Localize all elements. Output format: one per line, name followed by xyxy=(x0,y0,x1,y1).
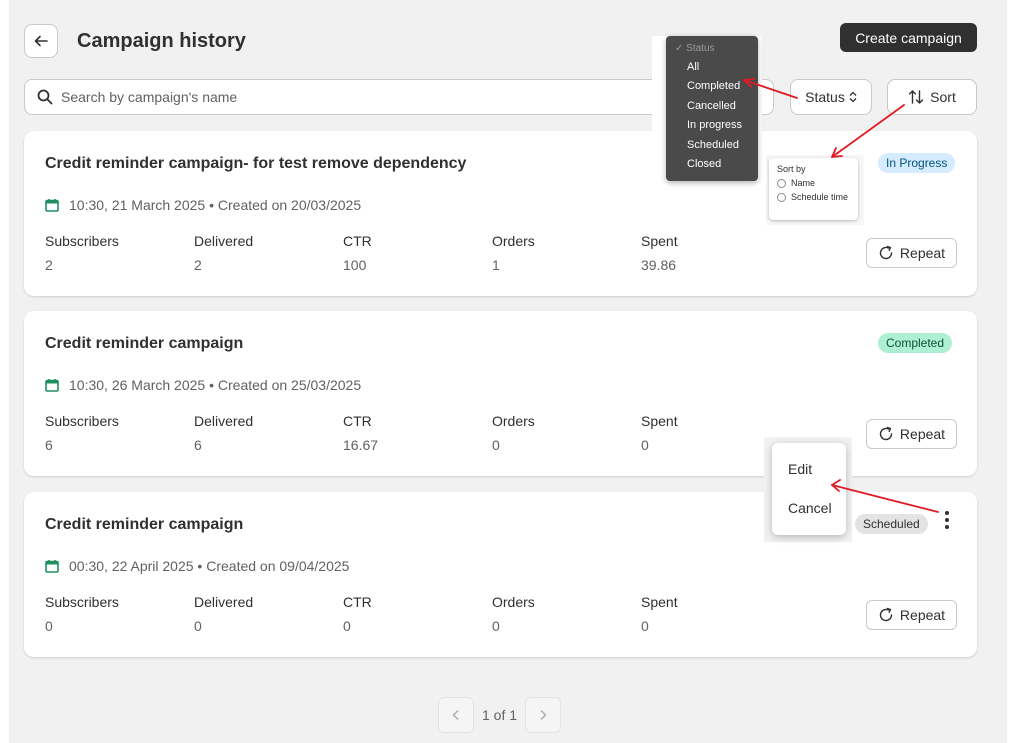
stat-delivered: Delivered 0 xyxy=(194,594,254,634)
calendar-icon xyxy=(45,379,59,392)
sort-popover-card: Sort by Name Schedule time xyxy=(769,158,858,220)
calendar-icon xyxy=(45,560,59,573)
status-filter-button[interactable]: Status xyxy=(790,79,872,115)
stat-subscribers: Subscribers 0 xyxy=(45,594,119,634)
campaign-date: 10:30, 26 March 2025 • Created on 25/03/… xyxy=(45,377,361,393)
arrow-left-icon xyxy=(34,35,48,47)
status-badge: In Progress xyxy=(878,153,956,173)
sort-option-name[interactable]: Name xyxy=(777,178,850,188)
radio-icon xyxy=(777,192,786,202)
stat-spent: Spent 0 xyxy=(641,413,678,453)
context-menu-edit[interactable]: Edit xyxy=(788,461,812,477)
radio-icon xyxy=(777,178,786,188)
sort-popover: Sort by Name Schedule time xyxy=(766,155,864,225)
sort-option-schedule-time[interactable]: Schedule time xyxy=(777,192,850,202)
repeat-button[interactable]: Repeat xyxy=(866,600,957,630)
stat-delivered: Delivered 2 xyxy=(194,233,254,273)
status-option-all[interactable]: All xyxy=(666,57,758,77)
stat-spent: Spent 0 xyxy=(641,594,678,634)
context-menu: Edit Cancel xyxy=(772,443,846,535)
campaign-title: Credit reminder campaign xyxy=(45,516,244,533)
chevron-right-icon xyxy=(540,709,547,721)
refresh-icon xyxy=(879,245,893,260)
status-filter-label: Status xyxy=(805,89,845,105)
status-option-scheduled[interactable]: Scheduled xyxy=(666,135,758,155)
page-indicator: 1 of 1 xyxy=(482,707,518,723)
stat-spent: Spent 39.86 xyxy=(641,233,678,273)
sort-arrows-icon xyxy=(908,90,924,104)
status-option-in-progress[interactable]: In progress xyxy=(666,116,758,136)
sort-popover-title: Sort by xyxy=(777,164,806,174)
stat-ctr: CTR 16.67 xyxy=(343,413,379,453)
repeat-button[interactable]: Repeat xyxy=(866,238,957,268)
status-badge: Scheduled xyxy=(855,514,928,534)
page-title: Campaign history xyxy=(77,30,246,52)
stat-ctr: CTR 0 xyxy=(343,594,372,634)
sort-button[interactable]: Sort xyxy=(887,79,977,115)
repeat-button[interactable]: Repeat xyxy=(866,419,957,449)
stat-subscribers: Subscribers 6 xyxy=(45,413,119,453)
stat-subscribers: Subscribers 2 xyxy=(45,233,119,273)
search-input[interactable] xyxy=(61,89,561,105)
status-option-cancelled[interactable]: Cancelled xyxy=(666,96,758,116)
status-dropdown-menu: ✓ Status All Completed Cancelled In prog… xyxy=(666,36,758,181)
campaign-date: 00:30, 22 April 2025 • Created on 09/04/… xyxy=(45,558,349,574)
stat-orders: Orders 0 xyxy=(492,413,535,453)
refresh-icon xyxy=(879,607,893,622)
select-arrows-icon xyxy=(849,91,857,103)
stat-ctr: CTR 100 xyxy=(343,233,372,273)
refresh-icon xyxy=(879,426,893,441)
status-badge: Completed xyxy=(878,333,953,353)
stat-orders: Orders 0 xyxy=(492,594,535,634)
campaign-date-text: 00:30, 22 April 2025 • Created on 09/04/… xyxy=(69,558,350,574)
campaign-title: Credit reminder campaign- for test remov… xyxy=(45,155,467,172)
calendar-icon xyxy=(45,199,59,212)
more-actions-icon[interactable] xyxy=(944,511,950,529)
campaign-title: Credit reminder campaign xyxy=(45,335,244,352)
status-option-closed[interactable]: Closed xyxy=(666,155,758,175)
campaign-date-text: 10:30, 26 March 2025 • Created on 25/03/… xyxy=(69,377,362,393)
stat-orders: Orders 1 xyxy=(492,233,535,273)
search-icon xyxy=(37,89,53,105)
status-menu-header: ✓ Status xyxy=(675,43,715,54)
previous-page-button[interactable] xyxy=(438,697,474,733)
chevron-left-icon xyxy=(452,709,459,721)
sort-label: Sort xyxy=(930,89,956,105)
stat-delivered: Delivered 6 xyxy=(194,413,254,453)
status-option-completed[interactable]: Completed xyxy=(666,77,758,97)
back-button[interactable] xyxy=(24,24,58,58)
campaign-date: 10:30, 21 March 2025 • Created on 20/03/… xyxy=(45,197,361,213)
pagination: 1 of 1 xyxy=(438,697,562,733)
create-campaign-button[interactable]: Create campaign xyxy=(840,23,977,52)
campaign-date-text: 10:30, 21 March 2025 • Created on 20/03/… xyxy=(69,197,362,213)
next-page-button[interactable] xyxy=(525,697,562,733)
context-menu-cancel[interactable]: Cancel xyxy=(788,500,832,516)
